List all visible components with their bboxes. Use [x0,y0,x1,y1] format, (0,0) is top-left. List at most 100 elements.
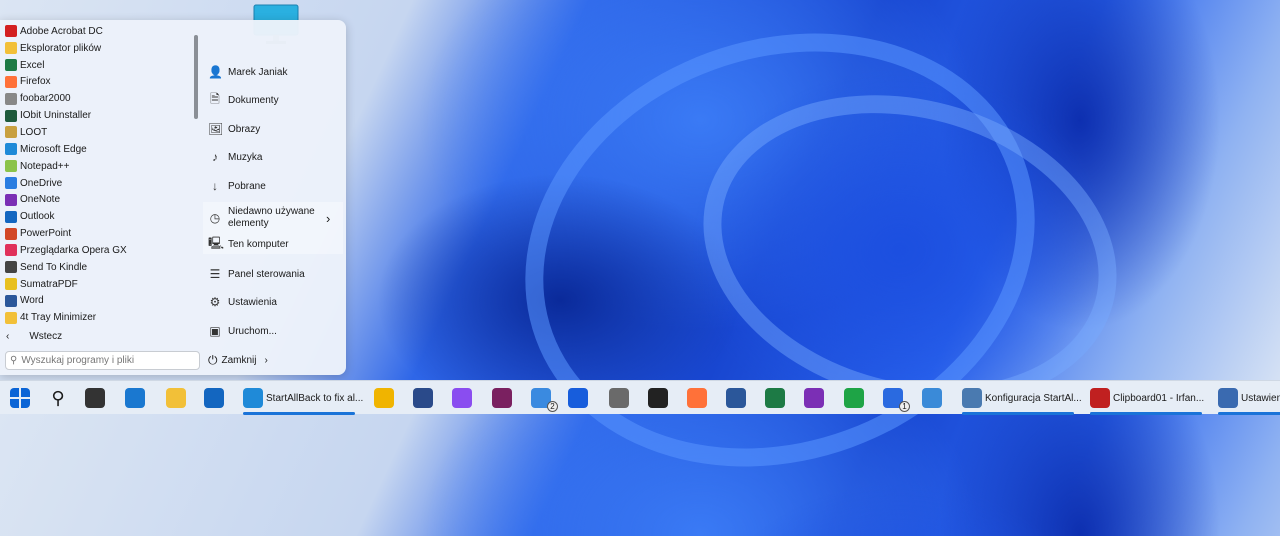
app-icon [5,227,17,240]
app-item[interactable]: SumatraPDF [2,276,190,293]
place-item[interactable]: ⚙ Ustawienia [203,292,343,312]
startallback-config-icon [962,388,982,408]
taskbar-bitwarden-button[interactable] [568,387,588,409]
taskbar-opera-gx-button[interactable] [492,387,512,409]
taskbar-notion-button[interactable] [648,387,668,409]
place-label: Uruchom... [228,325,277,337]
app-item[interactable]: Outlook [2,208,190,225]
picture-icon: 🖼 [208,122,224,136]
app-label: OneDrive [20,177,63,189]
place-label: Obrazy [228,123,261,135]
app-list-scrollbar[interactable] [194,35,198,119]
app-label: Adobe Acrobat DC [20,25,103,37]
taskbar-chrome-button[interactable] [374,387,394,409]
taskbar-label: Konfiguracja StartAl... [985,392,1082,404]
place-item[interactable]: ↓ Pobrane [203,176,343,196]
app-item[interactable]: Notepad++ [2,158,190,175]
shutdown-button[interactable]: ⏻ Zamknij › [208,353,268,368]
taskbar: ⚲ StartAllBack to fix al... 2 1 Konfiguracja… [0,380,1280,415]
app-label: Notepad++ [20,160,70,172]
messenger-icon [452,388,472,408]
place-item[interactable]: 🖼 Obrazy [203,119,343,139]
computer-icon: 🖳 [208,235,225,250]
taskbar-startallback-config-button[interactable]: Konfiguracja StartAl... [962,387,1082,415]
phone-link-icon: 2 [531,388,558,412]
places-panel: 👤 Marek Janiak 🗎 Dokumenty 🖼 Obrazy ♪ Muzyka ↓ Po… [203,20,346,375]
google-chat-icon [844,388,864,408]
app-item[interactable]: OneNote [2,191,190,208]
chevron-right-icon: › [326,210,331,226]
taskbar-outlook-button[interactable] [204,387,224,409]
document-icon: 🗎 [210,91,220,106]
app-item[interactable]: LOOT [2,124,190,141]
app-item[interactable]: Send To Kindle [2,259,190,276]
taskbar-settings-button[interactable]: Ustawienia [1218,387,1280,415]
taskbar-edge-button[interactable]: StartAllBack to fix al... [243,387,364,415]
taskbar-phone-link-button[interactable]: 2 [531,387,558,412]
app-item[interactable]: IObit Uninstaller [2,107,190,124]
app-label: foobar2000 [20,93,71,105]
clock-icon: ◷ [209,211,221,225]
place-item[interactable]: 🖳 Ten komputer [203,234,343,254]
taskbar-search-button[interactable]: ⚲ [48,387,68,409]
app-item[interactable]: Microsoft Edge [2,141,190,158]
app-icon [5,109,17,122]
app-icon [5,25,17,38]
taskbar-firefox-button[interactable] [687,387,707,409]
taskbar-file-explorer-button[interactable] [166,387,186,409]
place-item[interactable]: ◷ Niedawno używane elementy › [203,202,343,234]
calculator-icon [609,388,629,408]
place-item[interactable]: 👤 Marek Janiak [203,62,343,82]
app-item[interactable]: Excel [2,57,190,74]
taskbar-microsoft-store-button[interactable] [413,387,433,409]
place-label: Dokumenty [228,94,279,106]
app-item[interactable]: Eksplorator plików [2,40,190,57]
place-item[interactable]: ☰ Panel sterowania [203,264,343,284]
taskbar-calculator-button[interactable] [609,387,629,409]
search-input[interactable]: ⚲ Wyszukaj programy i pliki [5,351,200,370]
file-explorer-icon [166,388,186,408]
app-label: Przeglądarka Opera GX [20,244,127,256]
taskbar-word-button[interactable] [726,387,746,409]
widgets-icon [125,388,145,408]
app-item[interactable]: PowerPoint [2,225,190,242]
app-label: PowerPoint [20,228,72,240]
app-item[interactable]: 4t Tray Minimizer [2,309,190,326]
start-icon [10,388,30,408]
app-item[interactable]: OneDrive [2,175,190,192]
place-label: Pobrane [228,180,266,192]
taskbar-start-button[interactable] [10,387,30,409]
app-label: IObit Uninstaller [20,110,92,122]
taskbar-label: StartAllBack to fix al... [266,392,364,404]
chevron-left-icon: ‹ [6,331,10,342]
taskbar-excel-button[interactable] [765,387,785,409]
settings-icon [1218,388,1238,408]
app-item[interactable]: Adobe Acrobat DC [2,23,190,40]
taskbar-microsoft-todo-button[interactable]: 1 [883,387,910,412]
taskbar-onenote-button[interactable] [804,387,824,409]
app-item[interactable]: foobar2000 [2,90,190,107]
taskbar-messenger-button[interactable] [452,387,472,409]
taskbar-label: Ustawienia [1241,392,1280,404]
place-label: Muzyka [228,151,263,163]
place-item[interactable]: 🗎 Dokumenty [203,90,343,110]
place-item[interactable]: ♪ Muzyka [203,147,343,167]
app-item[interactable]: Word [2,293,190,310]
place-item[interactable]: ▣ Uruchom... [203,321,343,341]
taskbar-google-chat-button[interactable] [844,387,864,409]
app-item[interactable]: Przeglądarka Opera GX [2,242,190,259]
taskbar-irfanview-button[interactable]: Clipboard01 - Irfan... [1090,387,1204,415]
notepad-icon [922,388,942,408]
taskbar-widgets-button[interactable] [125,387,145,409]
place-label: Ustawienia [228,296,277,308]
app-icon [5,177,17,190]
taskbar-notepad-button[interactable] [922,387,942,409]
app-item[interactable]: Firefox [2,74,190,91]
taskbar-task-view-button[interactable] [85,387,105,409]
app-icon [5,160,17,173]
onenote-icon [804,388,824,408]
microsoft-todo-icon: 1 [883,388,910,412]
back-button[interactable]: ‹ Wstecz [6,331,62,342]
firefox-icon [687,388,707,408]
microsoft-store-icon [413,388,433,408]
